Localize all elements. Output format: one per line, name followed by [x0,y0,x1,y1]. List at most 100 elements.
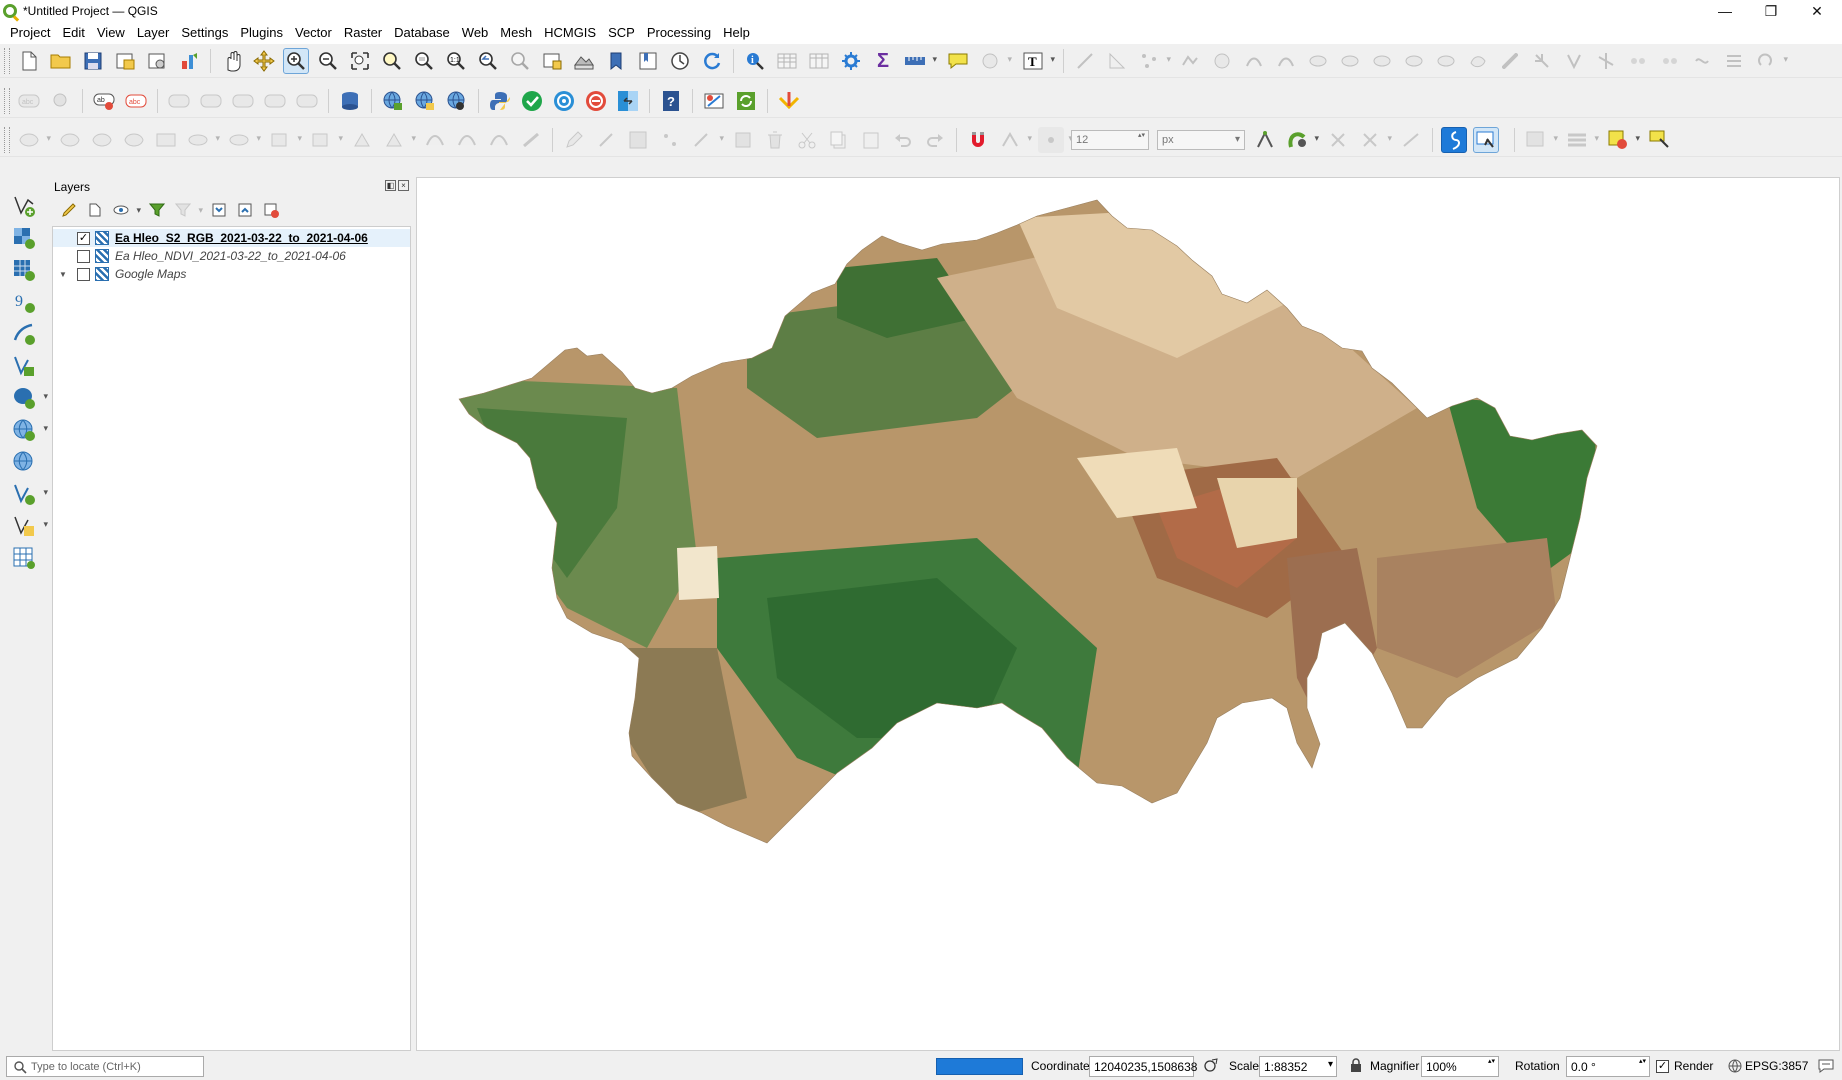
new-project-icon[interactable] [16,48,42,74]
add-wfs-layer-icon[interactable] [412,88,438,114]
layer-row-s2-rgb[interactable]: ✓ Ea Hleo_S2_RGB_2021-03-22_to_2021-04-0… [53,229,410,247]
add-gpx-layer-icon[interactable] [9,321,39,347]
menu-hcmgis[interactable]: HCMGIS [538,23,602,43]
add-mesh-layer-icon[interactable] [9,257,39,283]
add-vector-tile-layer-icon[interactable] [9,481,48,507]
measure-line-icon[interactable] [902,48,937,74]
new-temporary-layer-icon[interactable] [9,545,39,571]
refresh-icon[interactable] [699,48,725,74]
magnifier-spinbox[interactable]: 100% ▴▾ [1421,1056,1499,1077]
menu-project[interactable]: Project [4,23,56,43]
manage-map-themes-icon[interactable] [110,199,141,221]
pan-map-icon[interactable] [219,48,245,74]
layer-row-google-maps[interactable]: ▼ Google Maps [53,265,410,283]
remove-layer-icon[interactable] [260,199,282,221]
snapping-intersection-icon[interactable] [1284,127,1319,153]
float-panel-icon[interactable]: ◧ [385,180,396,191]
temporal-controller-icon[interactable] [667,48,693,74]
collapse-all-icon[interactable] [234,199,256,221]
data-source-manager-icon[interactable] [9,193,39,219]
layer-diagram-icon[interactable]: abc [123,88,149,114]
layer-visibility-checkbox[interactable] [77,267,90,281]
new-spatial-bookmark-icon[interactable] [603,48,629,74]
new-shapefile-layer-icon[interactable] [9,513,48,539]
save-project-icon[interactable] [80,48,106,74]
add-wms-layer-icon[interactable] [380,88,406,114]
map-canvas[interactable] [416,177,1840,1051]
add-group-icon[interactable] [84,199,106,221]
minimize-button[interactable]: — [1702,0,1748,22]
menu-database[interactable]: Database [388,23,456,43]
menu-plugins[interactable]: Plugins [234,23,289,43]
snapping-magnet-icon[interactable] [965,127,991,153]
open-layer-styling-icon[interactable] [58,199,80,221]
zoom-native-resolution-icon[interactable]: 1:1 [443,48,469,74]
toggle-extents-icon[interactable] [1201,1053,1221,1077]
map-tips-icon[interactable] [945,48,971,74]
target-plugin-icon[interactable] [551,88,577,114]
show-bookmarks-icon[interactable] [635,48,661,74]
close-window-button[interactable]: ✕ [1794,0,1840,22]
advanced-digitizing-icon[interactable] [1473,127,1499,153]
crs-label[interactable]: EPSG:3857 [1745,1059,1808,1073]
db-manager-icon[interactable] [337,88,363,114]
check-geometry-icon[interactable] [519,88,545,114]
enable-tracing-icon[interactable] [1441,127,1467,153]
add-postgis-layer-icon[interactable] [9,385,48,411]
stop-plugin-icon[interactable] [583,88,609,114]
sync-layers-icon[interactable] [733,88,759,114]
toolbar-handle[interactable] [4,127,10,153]
coordinate-field[interactable]: 12040235,1508638 [1089,1056,1197,1077]
download-plugin-icon[interactable] [776,88,802,114]
text-annotation-icon[interactable]: T [1020,48,1055,74]
zoom-in-icon[interactable] [283,48,309,74]
messages-icon[interactable] [1818,1058,1834,1077]
toolbar-handle[interactable] [4,87,10,114]
georeferencer-icon[interactable] [701,88,727,114]
add-raster-layer-icon[interactable] [9,225,39,251]
crs-globe-icon[interactable] [1728,1059,1742,1076]
zoom-to-layer-icon[interactable] [411,48,437,74]
spin-arrows-icon[interactable]: ▴▾ [1639,1058,1647,1066]
new-print-layout-icon[interactable] [112,48,138,74]
close-panel-icon[interactable]: × [398,180,409,191]
help-icon[interactable]: ? [658,88,684,114]
expand-all-icon[interactable] [208,199,230,221]
menu-edit[interactable]: Edit [56,23,90,43]
menu-processing[interactable]: Processing [641,23,717,43]
layer-labeling-icon[interactable]: ab [91,88,117,114]
zoom-to-selection-icon[interactable] [379,48,405,74]
snap-tolerance-spinbox[interactable]: 12 [1071,130,1149,150]
label-select-icon[interactable] [1646,127,1672,153]
menu-scp[interactable]: SCP [602,23,641,43]
scale-combo[interactable]: 1:88352 ▾ [1259,1056,1337,1077]
snap-unit-select[interactable]: px [1157,130,1245,150]
topological-editing-icon[interactable] [1252,127,1278,153]
add-wms-wmts-layer-icon[interactable] [9,417,48,443]
menu-view[interactable]: View [91,23,131,43]
locator-search-input[interactable]: Type to locate (Ctrl+K) [6,1056,204,1077]
layer-row-ndvi[interactable]: Ea Hleo_NDVI_2021-03-22_to_2021-04-06 [53,247,410,265]
rotation-spinbox[interactable]: 0.0 ° ▴▾ [1566,1056,1650,1077]
open-project-icon[interactable] [48,48,74,74]
menu-mesh[interactable]: Mesh [494,23,538,43]
python-console-icon[interactable] [487,88,513,114]
zoom-last-icon[interactable] [475,48,501,74]
statistical-summary-icon[interactable]: Σ [870,48,896,74]
toolbox-gear-icon[interactable] [838,48,864,74]
toolbar-handle[interactable] [4,48,10,74]
pan-to-selection-icon[interactable] [251,48,277,74]
spin-arrows-icon[interactable]: ▴▾ [1488,1058,1496,1066]
new-3d-map-view-icon[interactable] [571,48,597,74]
add-wcs-layer-icon[interactable] [444,88,470,114]
render-checkbox[interactable]: ✓ [1656,1060,1669,1073]
restore-button[interactable]: ❐ [1748,0,1794,22]
style-manager-icon[interactable] [176,48,202,74]
swipe-plugin-icon[interactable] [615,88,641,114]
zoom-out-icon[interactable] [315,48,341,74]
menu-vector[interactable]: Vector [289,23,338,43]
select-all-features-icon[interactable] [1605,127,1640,153]
menu-web[interactable]: Web [456,23,495,43]
layer-visibility-checkbox[interactable] [77,249,90,263]
add-wcs-icon[interactable] [9,449,39,475]
